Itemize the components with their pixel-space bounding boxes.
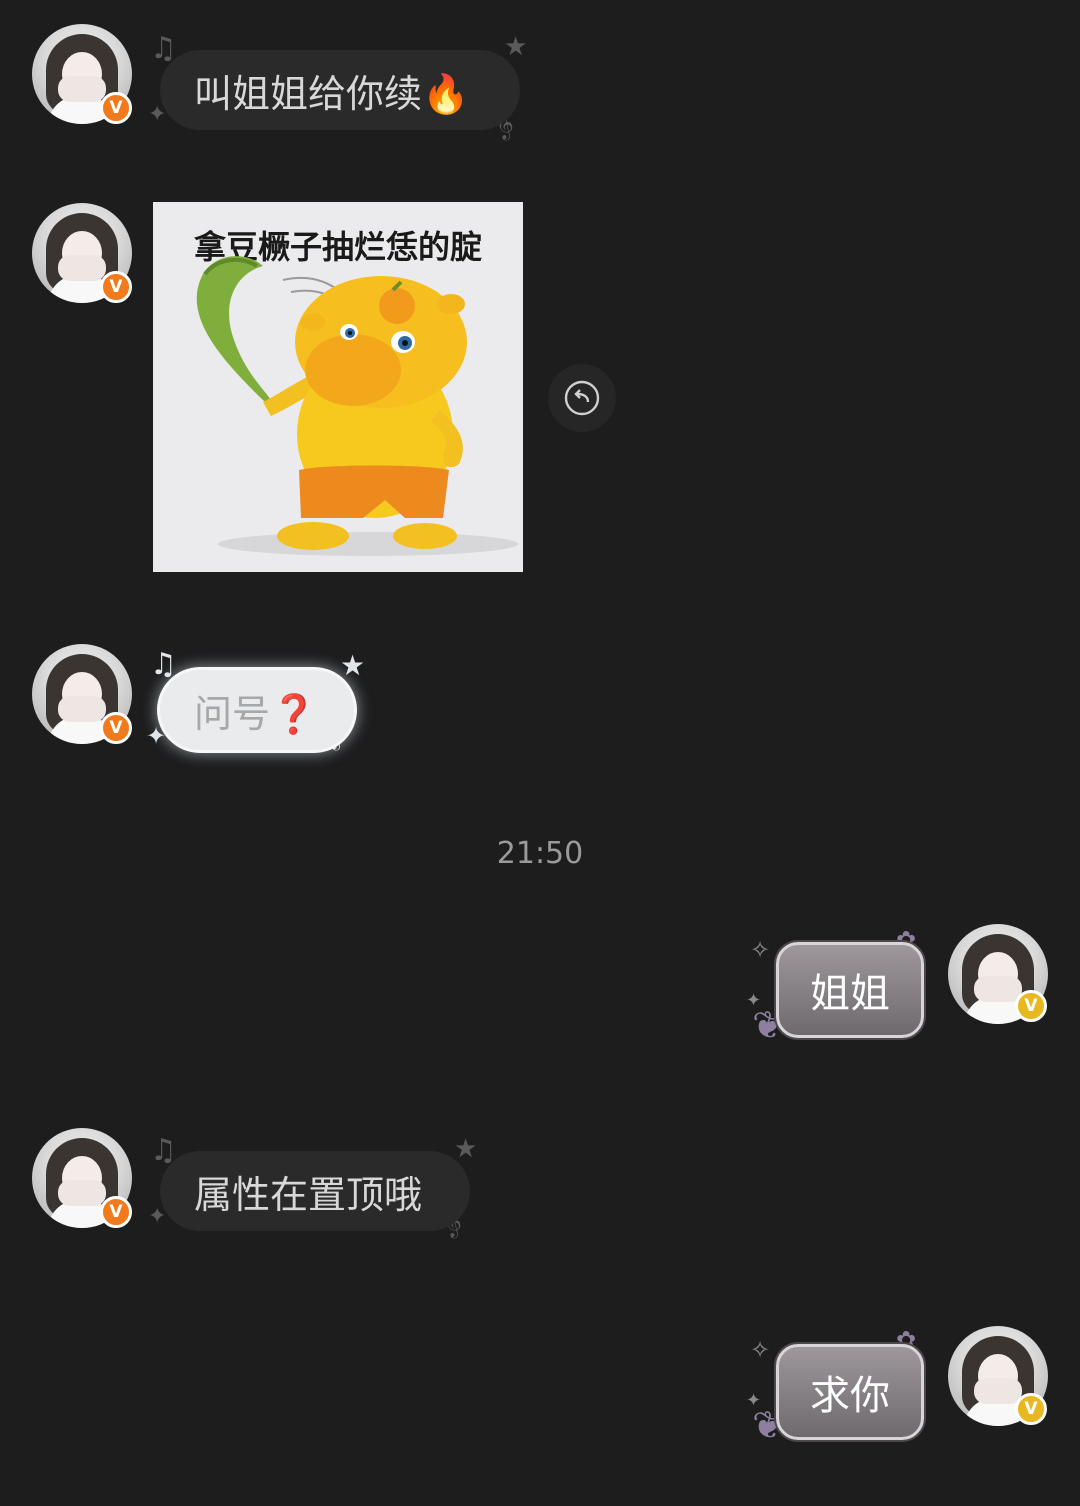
message-bubble-sent[interactable]: 求你 [776, 1344, 924, 1440]
sparkle-icon: ✧ [750, 936, 771, 964]
sticker-image[interactable]: 拿豆橛子抽烂恁的腚 [153, 202, 523, 572]
sparkle-icon: ✧ [750, 1336, 771, 1364]
message-bubble[interactable]: 叫姐姐给你续🔥 [160, 50, 520, 130]
verified-badge: V [100, 271, 132, 303]
star-icon: ★ [454, 1134, 478, 1164]
message-bubble-sent[interactable]: 姐姐 [776, 942, 924, 1038]
timestamp: 21:50 [496, 836, 584, 871]
verified-badge: V [100, 1196, 132, 1228]
undo-button[interactable] [548, 364, 616, 432]
music-note-icon: ♫ [150, 647, 177, 682]
verified-badge: V [100, 92, 132, 124]
message-bubble[interactable]: 问号❓ [160, 670, 354, 750]
message-bubble[interactable]: 属性在置顶哦 [160, 1151, 470, 1231]
star-icon: ★ [504, 32, 528, 62]
verified-badge: V [100, 712, 132, 744]
undo-arrow-icon [564, 380, 600, 416]
verified-badge: V [1015, 1393, 1047, 1425]
cartoon-character-illustration [196, 256, 518, 556]
verified-badge: V [1015, 990, 1047, 1022]
chat-view: V ♫ ★ ✦ 𝄞 叫姐姐给你续🔥 V 拿豆橛子抽烂恁的腚 V ♫ ★ ✦ 问号… [0, 0, 1080, 1506]
star-icon: ★ [340, 649, 366, 682]
